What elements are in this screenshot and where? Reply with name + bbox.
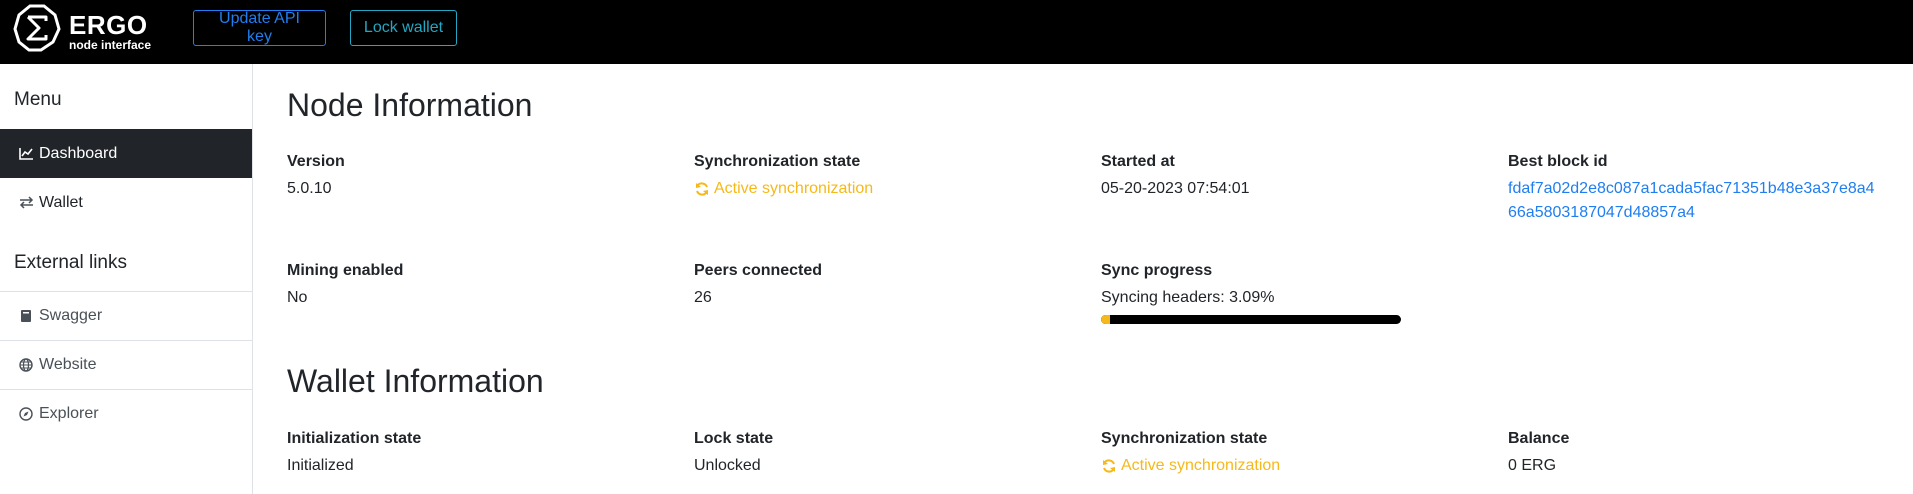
sync-state-text: Active synchronization — [714, 180, 874, 197]
logo-title: ERGO — [69, 10, 148, 40]
sidebar-item-label: Website — [39, 356, 97, 373]
wallet-sync-label: Synchronization state — [1101, 430, 1268, 447]
peers-field: Peers connected 26 — [694, 261, 1074, 310]
balance-field: Balance 0 ERG — [1508, 429, 1888, 478]
version-value: 5.0.10 — [287, 180, 332, 197]
lock-state-value: Unlocked — [694, 457, 761, 474]
lock-wallet-button[interactable]: Lock wallet — [350, 10, 457, 46]
sidebar-item-dashboard[interactable]: Dashboard — [0, 129, 252, 178]
best-block-label: Best block id — [1508, 153, 1608, 170]
wallet-information-title: Wallet Information — [287, 363, 544, 399]
peers-label: Peers connected — [694, 262, 823, 279]
wallet-sync-value: Active synchronization — [1101, 454, 1481, 478]
sidebar: Menu Dashboard Wallet External links Swa… — [0, 64, 253, 494]
peers-value: 26 — [694, 289, 712, 306]
started-at-field: Started at 05-20-2023 07:54:01 — [1101, 152, 1481, 201]
exchange-arrows-icon — [18, 195, 34, 211]
sidebar-item-wallet[interactable]: Wallet — [0, 178, 252, 227]
sidebar-item-label: Swagger — [39, 307, 103, 324]
wallet-sync-field: Synchronization state Active synchroniza… — [1101, 429, 1481, 478]
started-at-value: 05-20-2023 07:54:01 — [1101, 180, 1250, 197]
sync-state-label: Synchronization state — [694, 153, 861, 170]
external-links-heading: External links — [14, 252, 127, 273]
best-block-link[interactable]: fdaf7a02d2e8c087a1cada5fac71351b48e3a37e… — [1508, 177, 1883, 225]
init-state-value: Initialized — [287, 457, 354, 474]
sync-icon — [694, 181, 710, 197]
ergo-logo-icon — [13, 4, 61, 52]
chart-line-icon — [18, 146, 34, 162]
sync-progress-field: Sync progress Syncing headers: 3.09% — [1101, 261, 1481, 324]
main-content: Node Information Version 5.0.10 Synchron… — [254, 64, 1913, 494]
top-navbar: ERGO node interface Update API key Lock … — [0, 0, 1913, 64]
sidebar-item-website[interactable]: Website — [0, 340, 252, 389]
sync-progress-text: Syncing headers: 3.09% — [1101, 289, 1275, 306]
sync-state-field: Synchronization state Active synchroniza… — [694, 152, 1074, 201]
sidebar-item-label: Wallet — [39, 193, 83, 211]
mining-label: Mining enabled — [287, 262, 404, 279]
wallet-sync-text: Active synchronization — [1121, 457, 1281, 474]
mining-field: Mining enabled No — [287, 261, 667, 310]
version-label: Version — [287, 153, 345, 170]
menu-heading: Menu — [14, 89, 62, 110]
ergo-logo[interactable]: ERGO node interface — [13, 4, 163, 52]
node-information-title: Node Information — [287, 87, 533, 123]
mining-value: No — [287, 289, 308, 306]
sidebar-item-label: Dashboard — [39, 144, 118, 162]
logo-subtitle: node interface — [69, 38, 152, 52]
lock-state-field: Lock state Unlocked — [694, 429, 1074, 478]
balance-label: Balance — [1508, 430, 1570, 447]
balance-value: 0 ERG — [1508, 457, 1557, 474]
sync-progress-label: Sync progress — [1101, 262, 1213, 279]
init-state-label: Initialization state — [287, 430, 422, 447]
globe-icon — [18, 357, 34, 373]
version-field: Version 5.0.10 — [287, 152, 667, 201]
init-state-field: Initialization state Initialized — [287, 429, 667, 478]
lock-state-label: Lock state — [694, 430, 774, 447]
started-at-label: Started at — [1101, 153, 1175, 170]
sync-progress-fill — [1101, 315, 1111, 324]
sync-progress-bar — [1101, 315, 1401, 324]
sync-icon — [1101, 458, 1117, 474]
sidebar-item-explorer[interactable]: Explorer — [0, 389, 252, 438]
sidebar-item-swagger[interactable]: Swagger — [0, 291, 252, 340]
book-icon — [18, 308, 34, 324]
compass-icon — [18, 406, 34, 422]
sidebar-item-label: Explorer — [39, 405, 99, 422]
sync-state-value: Active synchronization — [694, 177, 1074, 201]
best-block-field: Best block id fdaf7a02d2e8c087a1cada5fac… — [1508, 152, 1888, 225]
update-api-key-button[interactable]: Update API key — [193, 10, 326, 46]
